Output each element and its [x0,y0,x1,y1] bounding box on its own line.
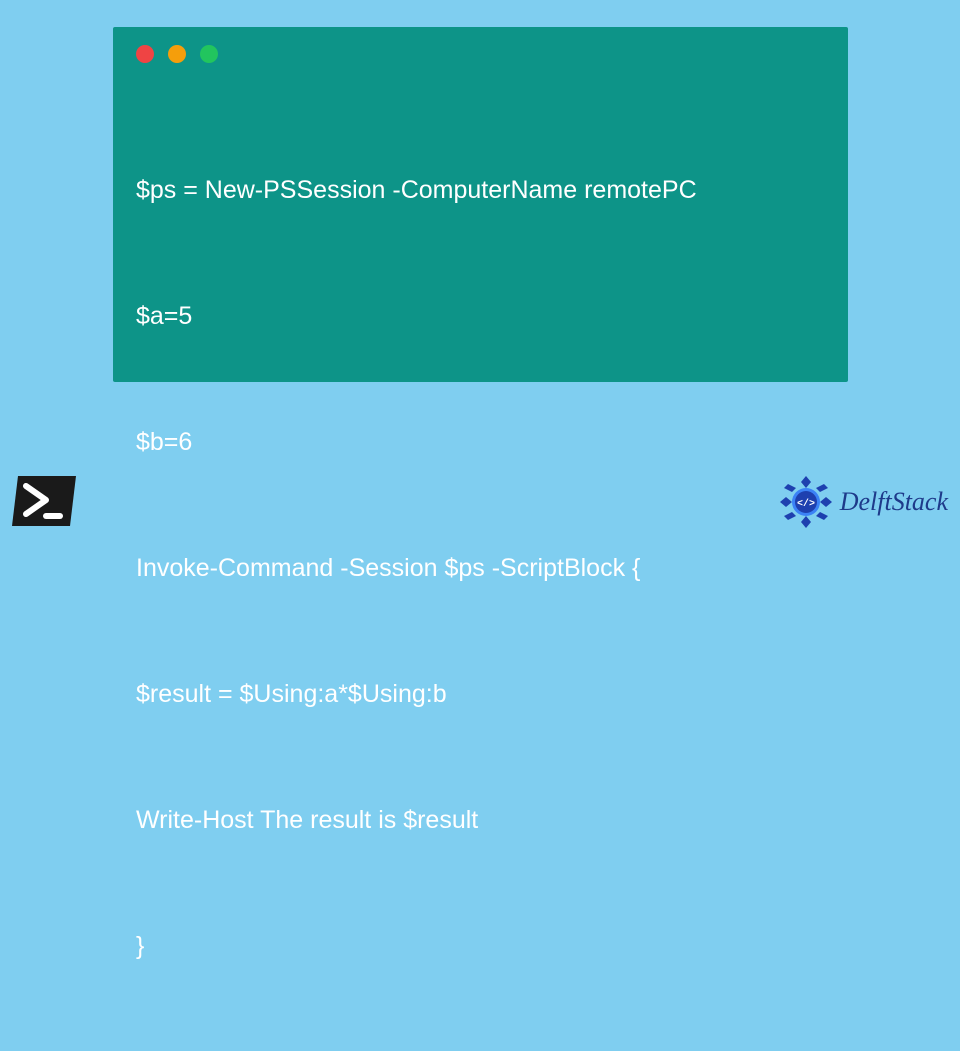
brand-badge: </> DelftStack [776,472,948,532]
window-controls [136,45,218,63]
brand-name: DelftStack [840,487,948,517]
close-icon [136,45,154,63]
powershell-icon [10,472,80,530]
code-line: $b=6 [136,421,828,463]
minimize-icon [168,45,186,63]
maximize-icon [200,45,218,63]
code-line: Write-Host The result is $result [136,799,828,841]
svg-text:</>: </> [797,498,815,510]
code-content: $ps = New-PSSession -ComputerName remote… [136,85,828,1051]
delftstack-logo-icon: </> [776,472,836,532]
code-window: $ps = New-PSSession -ComputerName remote… [113,27,848,382]
code-line: $ps = New-PSSession -ComputerName remote… [136,169,828,211]
code-line: $result = $Using:a*$Using:b [136,673,828,715]
code-line: } [136,925,828,967]
code-line: $a=5 [136,295,828,337]
code-line: Invoke-Command -Session $ps -ScriptBlock… [136,547,828,589]
